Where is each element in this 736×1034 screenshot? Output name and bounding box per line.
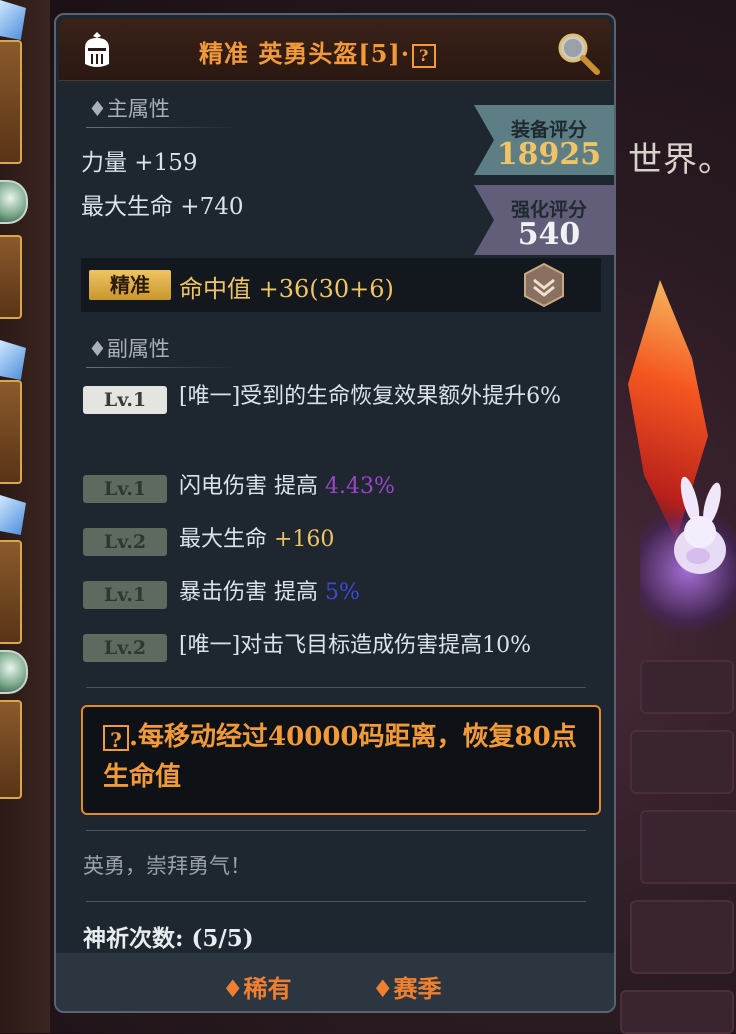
divider xyxy=(86,687,586,688)
item-slot[interactable] xyxy=(0,540,22,644)
equip-score-value: 18925 xyxy=(496,137,602,172)
left-inventory-strip xyxy=(0,0,50,1033)
season-tag: ♦赛季 xyxy=(372,974,442,1003)
equip-score-badge: 装备评分 18925 xyxy=(474,105,614,175)
affix-text: [唯一]受到的生命恢复效果额外提升6% xyxy=(179,384,562,409)
stat-strength: 力量 +159 xyxy=(81,150,198,176)
gem-icon[interactable] xyxy=(0,180,28,224)
bunny-character xyxy=(674,476,726,574)
rank-shield-icon[interactable] xyxy=(521,262,567,308)
divider xyxy=(86,127,236,128)
affix-level-badge: Lv.1 xyxy=(83,475,167,503)
affix-value: +160 xyxy=(274,527,335,552)
gem-icon[interactable] xyxy=(0,650,28,694)
item-title: 精准 英勇头盔[5]·? xyxy=(199,34,437,69)
floor-tile xyxy=(630,900,734,974)
enhance-row: 精准 命中值 +36(30+6) xyxy=(81,258,601,312)
shield-item-icon[interactable] xyxy=(0,0,26,40)
enhance-text: 命中值 +36(30+6) xyxy=(179,275,394,303)
shield-item-icon[interactable] xyxy=(0,340,26,380)
rarity-tag: ♦稀有 xyxy=(222,974,292,1003)
item-slot[interactable] xyxy=(0,700,22,799)
floor-tile xyxy=(640,810,736,884)
tooltip-footer: ♦稀有 ♦赛季 xyxy=(56,953,614,1011)
magnifier-icon[interactable] xyxy=(553,28,601,76)
flavor-text: 英勇，崇拜勇气！ xyxy=(83,854,251,878)
world-text: 世界。 xyxy=(628,140,733,180)
item-slot[interactable] xyxy=(0,380,22,484)
floor-tile xyxy=(620,990,734,1034)
prayer-count: 神祈次数: (5/5) xyxy=(83,925,254,952)
question-icon[interactable]: ? xyxy=(412,43,437,68)
divider xyxy=(86,901,586,902)
special-effect-text: ? .每移动经过40000码距离，恢复80点生命值 xyxy=(103,722,577,792)
enhance-score-value: 540 xyxy=(517,217,581,252)
affix-level-badge: Lv.2 xyxy=(83,528,167,556)
affix-text: 最大生命 +160 xyxy=(179,527,335,552)
floor-tile xyxy=(640,660,734,714)
precision-tag: 精准 xyxy=(89,270,171,300)
affix-text: [唯一]对击飞目标造成伤害提高10% xyxy=(179,633,532,658)
item-tooltip-panel: 精准 英勇头盔[5]·? ♦主属性 力量 +159 最大生命 +740 装备评分… xyxy=(54,13,616,1013)
main-attr-title: ♦主属性 xyxy=(88,97,170,121)
affix-level-badge: Lv.1 xyxy=(83,386,167,414)
affix-value: 4.43% xyxy=(325,474,395,499)
enhance-score-badge: 强化评分 540 xyxy=(474,185,614,255)
item-slot[interactable] xyxy=(0,235,22,319)
tooltip-header: 精准 英勇头盔[5]·? xyxy=(59,18,611,81)
knight-helmet-icon xyxy=(85,32,109,67)
shield-item-icon[interactable] xyxy=(0,495,26,535)
floor-tile xyxy=(630,730,734,794)
affix-text: 闪电伤害 提高 4.43% xyxy=(179,474,395,499)
affix-value: 5% xyxy=(325,580,360,605)
special-effect-box: ? .每移动经过40000码距离，恢复80点生命值 xyxy=(81,705,601,815)
divider xyxy=(86,367,236,368)
sub-attr-title: ♦副属性 xyxy=(88,337,170,361)
affix-level-badge: Lv.2 xyxy=(83,634,167,662)
item-slot[interactable] xyxy=(0,40,22,164)
question-icon[interactable]: ? xyxy=(103,725,129,752)
affix-text: 暴击伤害 提高 5% xyxy=(179,580,360,605)
affix-level-badge: Lv.1 xyxy=(83,581,167,609)
stat-max-hp: 最大生命 +740 xyxy=(81,194,244,220)
divider xyxy=(86,830,586,831)
